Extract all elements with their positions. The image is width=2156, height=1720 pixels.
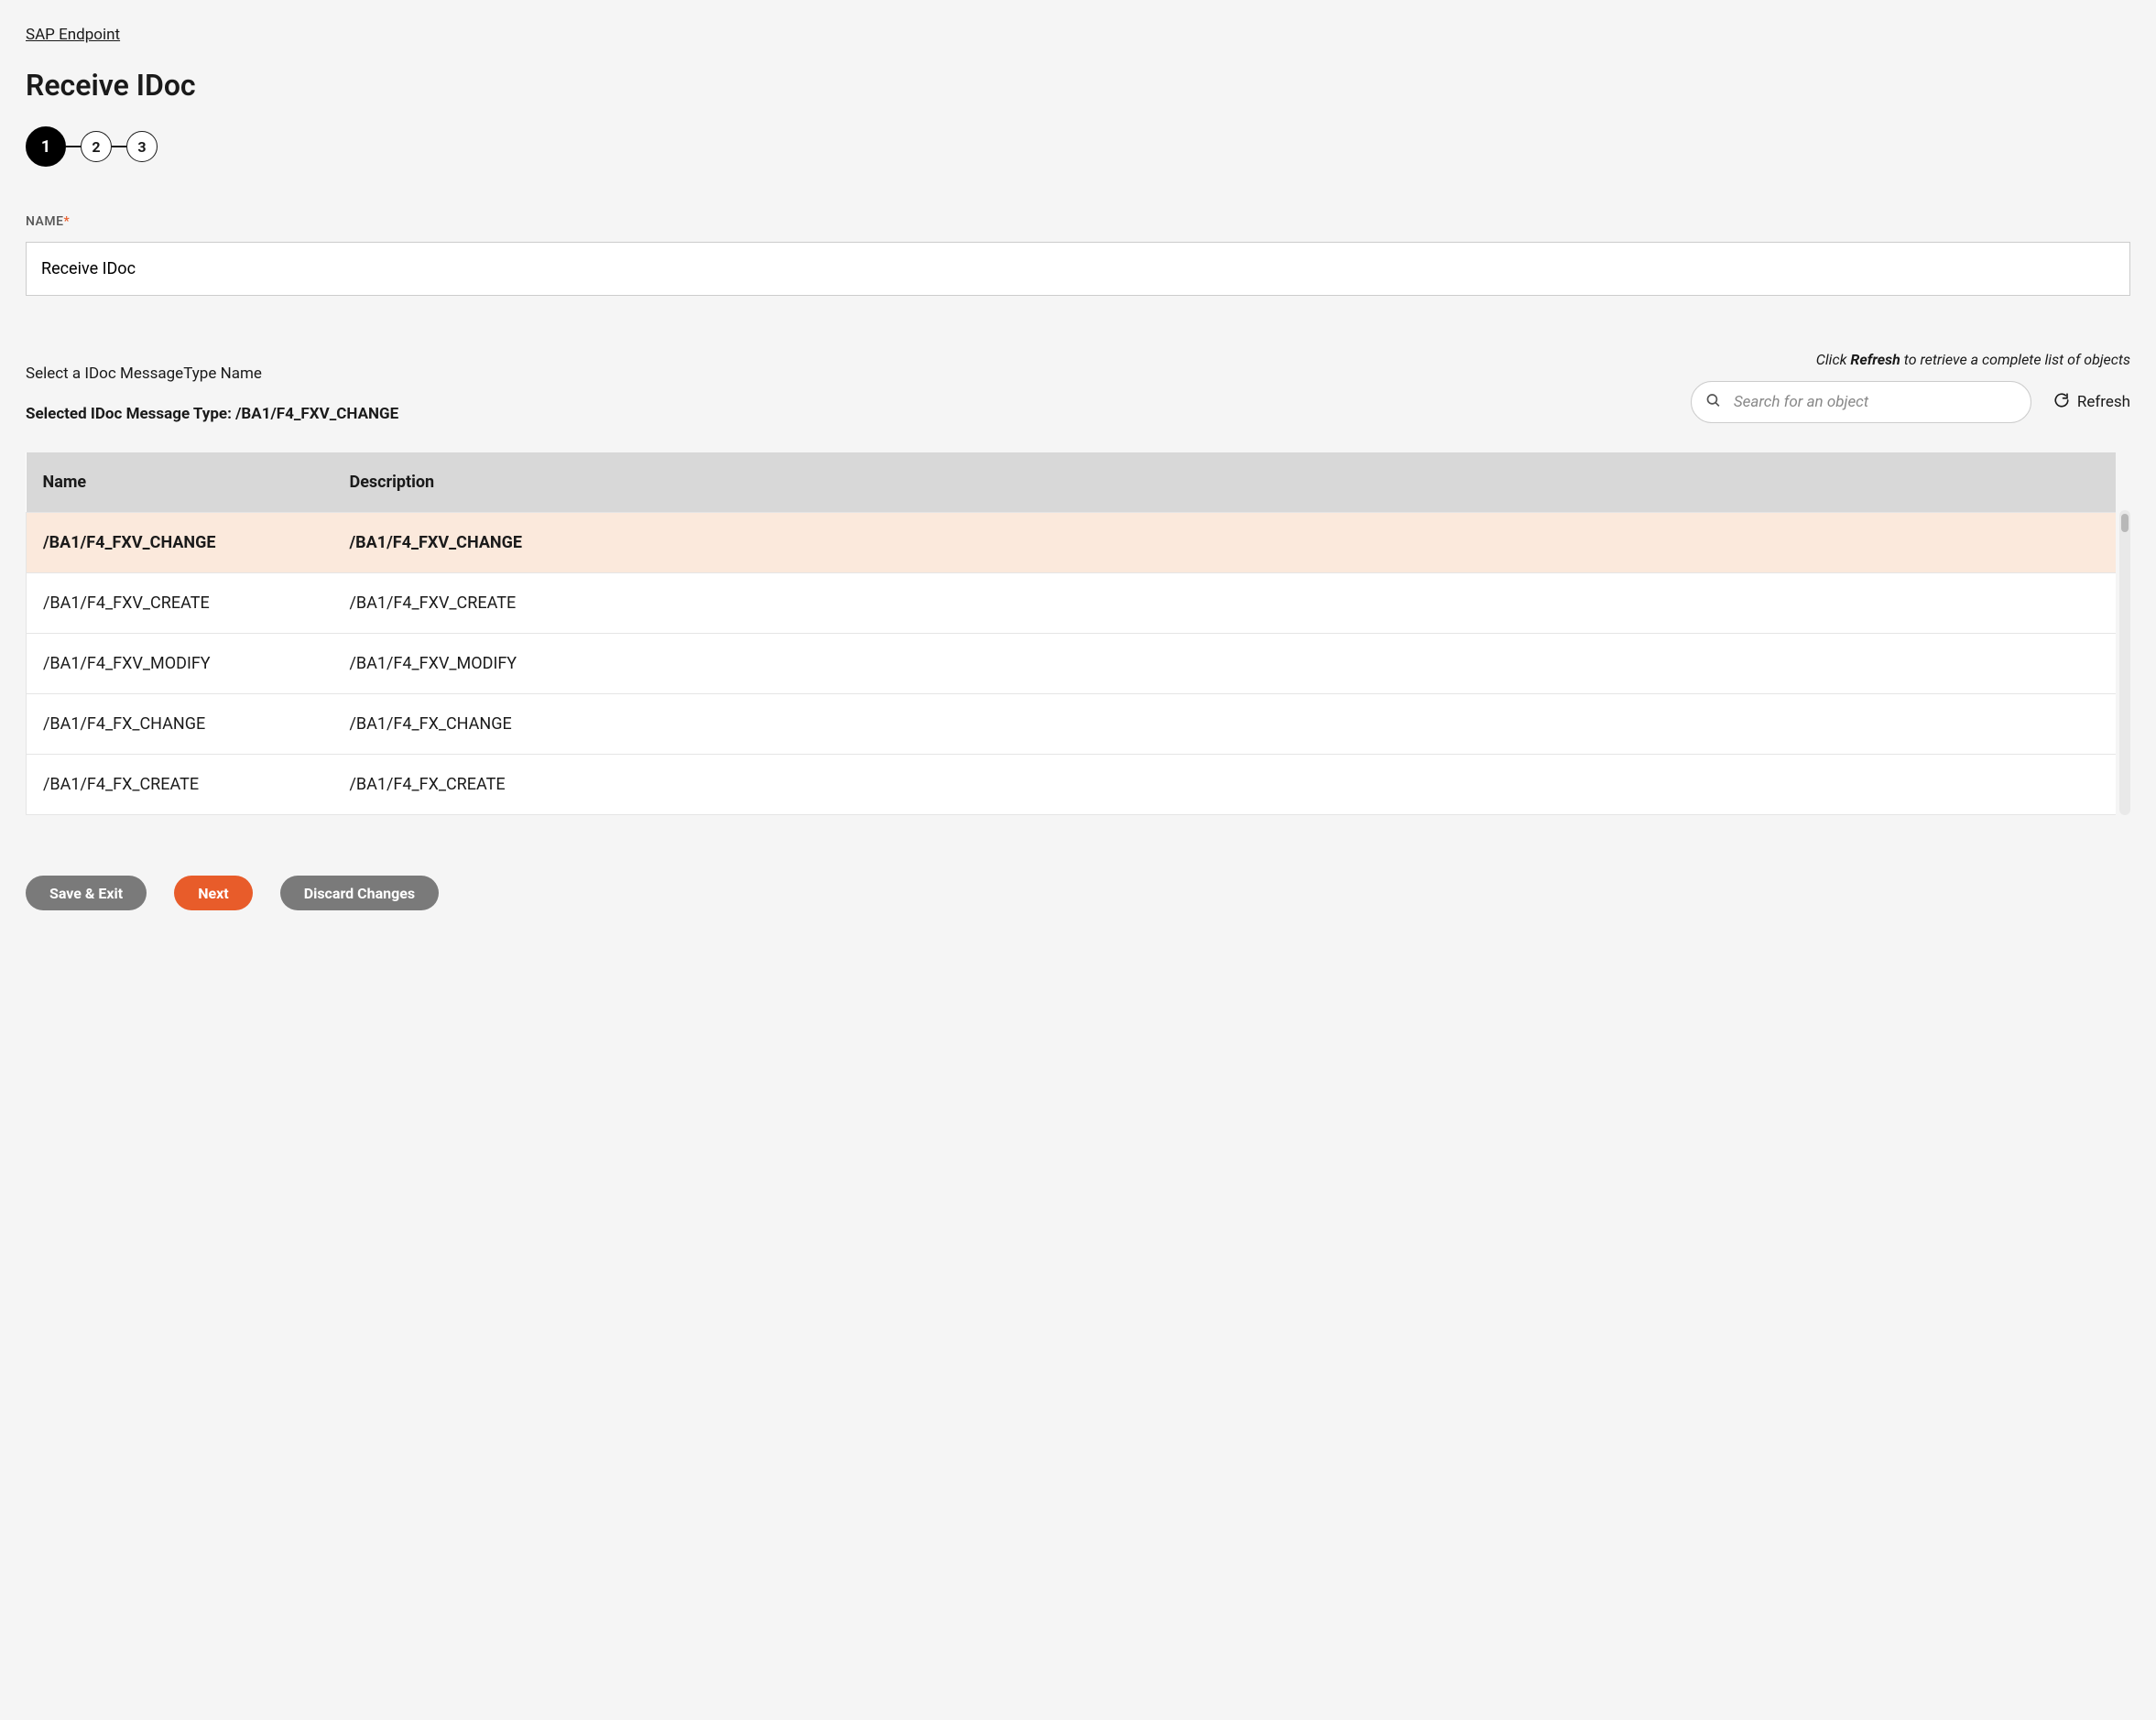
table-row[interactable]: /BA1/F4_FXV_CREATE/BA1/F4_FXV_CREATE bbox=[27, 573, 2117, 634]
selected-value: /BA1/F4_FXV_CHANGE bbox=[235, 405, 398, 423]
cell-name: /BA1/F4_FXV_CREATE bbox=[27, 573, 333, 634]
refresh-icon bbox=[2053, 392, 2070, 413]
cell-name: /BA1/F4_FXV_MODIFY bbox=[27, 634, 333, 694]
step-connector bbox=[112, 146, 126, 147]
table-scrollbar[interactable] bbox=[2119, 510, 2130, 815]
table-row[interactable]: /BA1/F4_FXV_MODIFY/BA1/F4_FXV_MODIFY bbox=[27, 634, 2117, 694]
required-mark: * bbox=[64, 214, 71, 229]
hint-bold: Refresh bbox=[1850, 351, 1900, 368]
hint-click: Click bbox=[1816, 351, 1851, 368]
cell-name: /BA1/F4_FX_CHANGE bbox=[27, 694, 333, 755]
cell-description: /BA1/F4_FXV_MODIFY bbox=[333, 634, 2117, 694]
wizard-button-row: Save & Exit Next Discard Changes bbox=[26, 876, 2130, 910]
cell-name: /BA1/F4_FXV_CHANGE bbox=[27, 513, 333, 573]
refresh-label: Refresh bbox=[2077, 393, 2130, 411]
search-icon bbox=[1705, 393, 1721, 412]
step-2[interactable]: 2 bbox=[81, 131, 112, 162]
save-exit-button[interactable]: Save & Exit bbox=[26, 876, 147, 910]
page-title: Receive IDoc bbox=[26, 68, 2130, 103]
cell-description: /BA1/F4_FXV_CREATE bbox=[333, 573, 2117, 634]
refresh-button[interactable]: Refresh bbox=[2053, 392, 2130, 413]
step-connector bbox=[66, 146, 81, 147]
breadcrumb-sap-endpoint[interactable]: SAP Endpoint bbox=[26, 26, 120, 44]
message-type-table-wrap: Name Description /BA1/F4_FXV_CHANGE/BA1/… bbox=[26, 452, 2130, 815]
table-row[interactable]: /BA1/F4_FXV_CHANGE/BA1/F4_FXV_CHANGE bbox=[27, 513, 2117, 573]
scrollbar-thumb[interactable] bbox=[2121, 514, 2129, 532]
table-row[interactable]: /BA1/F4_FX_CREATE/BA1/F4_FX_CREATE bbox=[27, 755, 2117, 815]
next-button[interactable]: Next bbox=[174, 876, 252, 910]
hint-rest: to retrieve a complete list of objects bbox=[1900, 351, 2130, 368]
table-header-row: Name Description bbox=[27, 452, 2117, 513]
name-field-label: NAME* bbox=[26, 214, 2130, 229]
name-label-text: NAME bbox=[26, 214, 64, 229]
refresh-hint: Click Refresh to retrieve a complete lis… bbox=[1691, 351, 2130, 368]
step-3[interactable]: 3 bbox=[126, 131, 158, 162]
select-message-type-label: Select a IDoc MessageType Name bbox=[26, 365, 398, 383]
search-wrap bbox=[1691, 381, 2031, 423]
cell-description: /BA1/F4_FX_CHANGE bbox=[333, 694, 2117, 755]
selected-message-type: Selected IDoc Message Type: /BA1/F4_FXV_… bbox=[26, 405, 398, 423]
table-row[interactable]: /BA1/F4_FX_CHANGE/BA1/F4_FX_CHANGE bbox=[27, 694, 2117, 755]
wizard-stepper: 1 2 3 bbox=[26, 126, 2130, 167]
message-type-table: Name Description /BA1/F4_FXV_CHANGE/BA1/… bbox=[26, 452, 2116, 815]
discard-changes-button[interactable]: Discard Changes bbox=[280, 876, 439, 910]
cell-description: /BA1/F4_FX_CREATE bbox=[333, 755, 2117, 815]
cell-name: /BA1/F4_FX_CREATE bbox=[27, 755, 333, 815]
cell-description: /BA1/F4_FXV_CHANGE bbox=[333, 513, 2117, 573]
table-header-name[interactable]: Name bbox=[27, 452, 333, 513]
search-input[interactable] bbox=[1691, 381, 2031, 423]
name-input[interactable] bbox=[26, 242, 2130, 296]
step-1[interactable]: 1 bbox=[26, 126, 66, 167]
table-header-description[interactable]: Description bbox=[333, 452, 2117, 513]
selected-prefix: Selected IDoc Message Type: bbox=[26, 405, 235, 423]
